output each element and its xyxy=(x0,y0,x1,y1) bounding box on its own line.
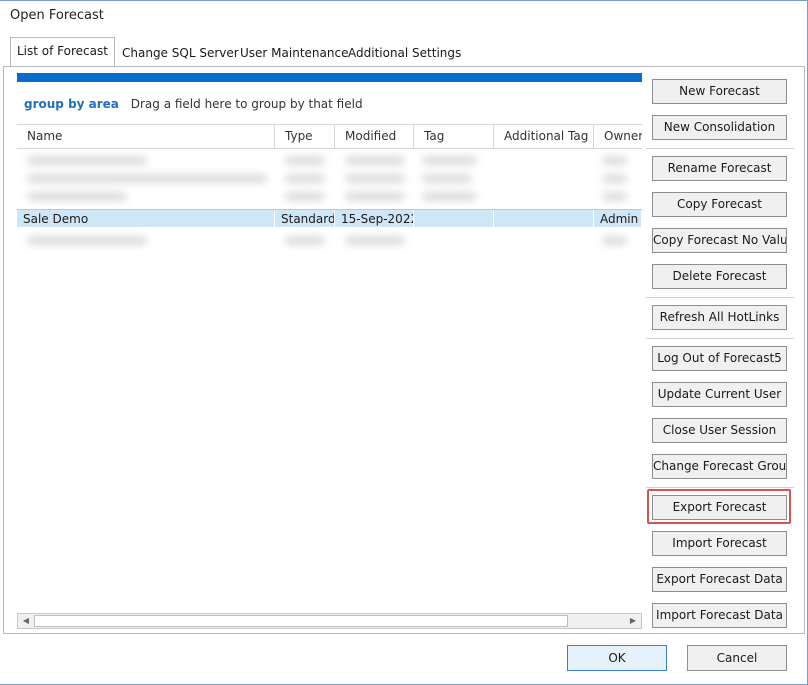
update-current-user-button[interactable]: Update Current User xyxy=(652,382,787,407)
grid-top-bar xyxy=(17,73,642,82)
ok-button[interactable]: OK xyxy=(567,645,667,671)
group-by-hint: Drag a field here to group by that field xyxy=(130,97,363,111)
tab-user-maintenance[interactable]: User Maintenance xyxy=(234,40,354,67)
horizontal-scrollbar[interactable]: ◀ ▶ xyxy=(17,613,642,629)
copy-forecast-button[interactable]: Copy Forecast xyxy=(652,192,787,217)
scroll-right-icon[interactable]: ▶ xyxy=(625,614,641,628)
column-header-type[interactable]: Type xyxy=(275,125,335,149)
column-header-owner[interactable]: Owner xyxy=(594,125,642,149)
redacted-cell xyxy=(27,174,267,183)
button-group-divider xyxy=(646,297,794,298)
redacted-cell xyxy=(285,192,325,201)
close-user-session-button[interactable]: Close User Session xyxy=(652,418,787,443)
scroll-left-icon[interactable]: ◀ xyxy=(18,614,34,628)
cell-tag xyxy=(414,210,494,228)
redacted-cell xyxy=(422,174,472,183)
cell-additional-tag xyxy=(494,210,594,228)
tab-list-of-forecast[interactable]: List of Forecast xyxy=(10,37,115,66)
redacted-cell xyxy=(285,174,325,183)
button-group-divider xyxy=(646,487,794,488)
table-row[interactable] xyxy=(17,169,642,187)
delete-forecast-button[interactable]: Delete Forecast xyxy=(652,264,787,289)
export-forecast-data-button[interactable]: Export Forecast Data xyxy=(652,567,787,592)
rename-forecast-button[interactable]: Rename Forecast xyxy=(652,156,787,181)
redacted-cell xyxy=(27,156,147,165)
grid-header: Name Type Modified Tag Additional Tag Ow… xyxy=(17,124,642,149)
log-out-button[interactable]: Log Out of Forecast5 xyxy=(652,346,787,371)
redacted-cell xyxy=(285,156,325,165)
new-consolidation-button[interactable]: New Consolidation xyxy=(652,115,787,140)
export-forecast-button[interactable]: Export Forecast xyxy=(652,495,787,520)
refresh-all-hotlinks-button[interactable]: Refresh All HotLinks xyxy=(652,305,787,330)
new-forecast-button[interactable]: New Forecast xyxy=(652,79,787,104)
redacted-cell xyxy=(345,192,405,201)
tab-change-sql-server[interactable]: Change SQL Server xyxy=(116,40,245,67)
redacted-cell xyxy=(422,156,477,165)
column-header-additional-tag[interactable]: Additional Tag xyxy=(494,125,594,149)
redacted-cell xyxy=(422,192,477,201)
redacted-cell xyxy=(602,174,627,183)
import-forecast-button[interactable]: Import Forecast xyxy=(652,531,787,556)
column-header-tag[interactable]: Tag xyxy=(414,125,494,149)
import-forecast-data-button[interactable]: Import Forecast Data xyxy=(652,603,787,628)
redacted-cell xyxy=(602,236,627,245)
redacted-cell xyxy=(602,192,627,201)
group-by-label: group by area xyxy=(24,97,119,111)
button-group-divider xyxy=(646,148,794,149)
redacted-cell xyxy=(285,236,325,245)
group-by-panel[interactable]: group by area Drag a field here to group… xyxy=(24,97,363,111)
column-header-modified[interactable]: Modified xyxy=(335,125,414,149)
redacted-cell xyxy=(602,156,627,165)
copy-forecast-no-values-button[interactable]: Copy Forecast No Values xyxy=(652,228,787,253)
cell-modified: 15-Sep-2022 xyxy=(335,210,414,228)
redacted-cell xyxy=(345,236,405,245)
tab-additional-settings[interactable]: Additional Settings xyxy=(342,40,467,67)
table-row[interactable] xyxy=(17,187,642,205)
table-row[interactable] xyxy=(17,231,642,249)
redacted-cell xyxy=(345,174,405,183)
table-row-selected[interactable]: Sale Demo Standard 15-Sep-2022 Admin xyxy=(17,209,642,228)
cell-owner: Admin xyxy=(594,210,642,228)
redacted-cell xyxy=(27,192,127,201)
button-group-divider xyxy=(646,338,794,339)
redacted-cell xyxy=(345,156,405,165)
scrollbar-thumb[interactable] xyxy=(34,615,568,627)
window-title: Open Forecast xyxy=(10,8,104,23)
cell-type: Standard xyxy=(275,210,335,228)
table-row[interactable] xyxy=(17,151,642,169)
cell-name: Sale Demo xyxy=(17,210,275,228)
change-forecast-group-button[interactable]: Change Forecast Group xyxy=(652,454,787,479)
redacted-cell xyxy=(27,236,147,245)
cancel-button[interactable]: Cancel xyxy=(687,645,787,671)
column-header-name[interactable]: Name xyxy=(17,125,275,149)
